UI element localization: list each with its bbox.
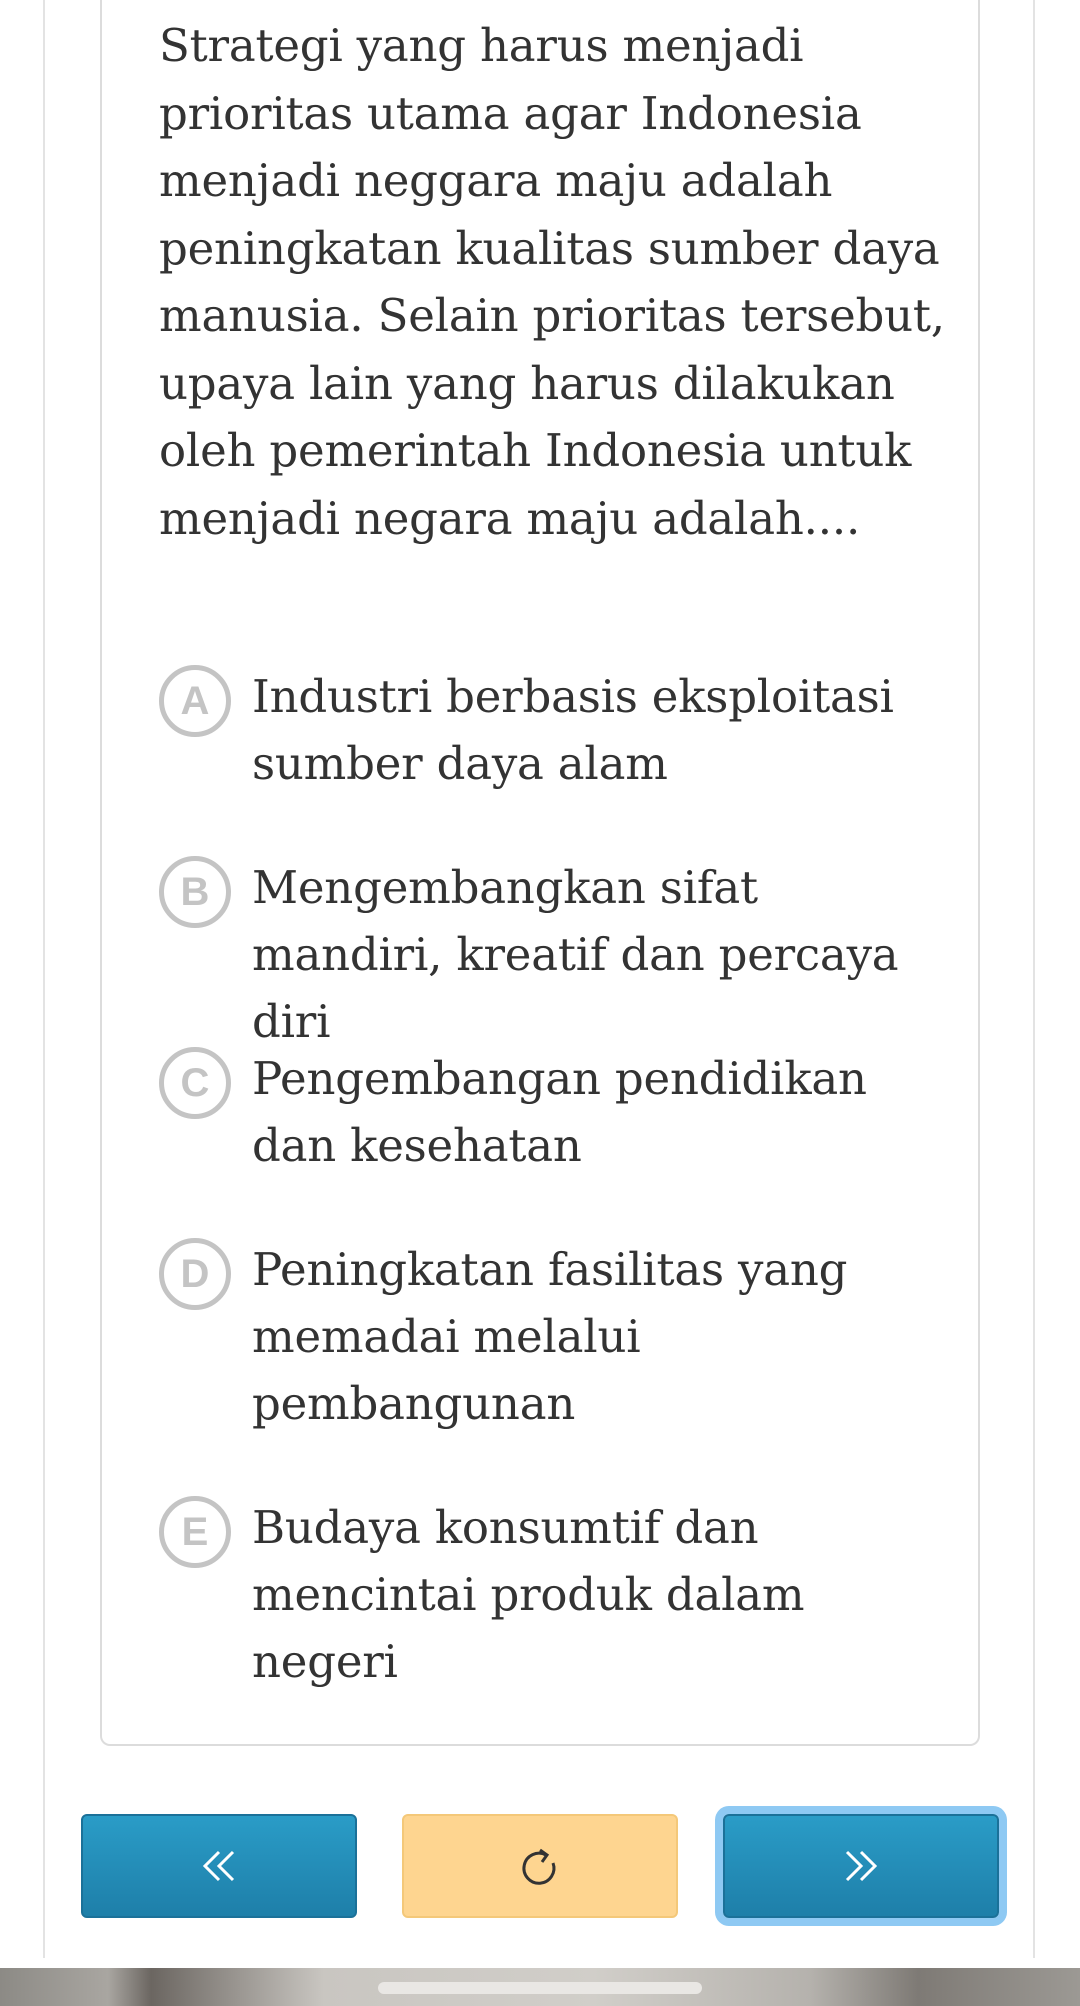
option-a[interactable]: A Industri berbasis eksploitasi sumber d… (159, 663, 959, 797)
question-text: Strategi yang harus menjadi prioritas ut… (159, 19, 945, 545)
option-letter-badge: E (159, 1496, 231, 1568)
option-letter-badge: B (159, 856, 231, 928)
double-chevron-right-icon (845, 1850, 878, 1882)
option-text: Peningkatan fasilitas yang memadai melal… (252, 1243, 848, 1430)
option-text: Mengembangkan sifat mandiri, kreatif dan… (252, 861, 899, 1048)
refresh-icon (522, 1848, 556, 1885)
option-text: Industri berbasis eksploitasi sumber day… (252, 670, 894, 790)
option-e[interactable]: E Budaya konsumtif dan mencintai produk … (159, 1494, 959, 1695)
option-letter-badge: C (159, 1047, 231, 1119)
double-chevron-left-icon (202, 1850, 235, 1882)
reset-button[interactable] (402, 1814, 678, 1918)
option-letter-badge: A (159, 665, 231, 737)
previous-button[interactable] (81, 1814, 357, 1918)
option-letter-badge: D (159, 1238, 231, 1310)
home-indicator[interactable] (378, 1982, 702, 1994)
next-button[interactable] (723, 1814, 999, 1918)
option-c[interactable]: C Pengembangan pendidikan dan kesehatan (159, 1045, 959, 1179)
option-b[interactable]: B Mengembangkan sifat mandiri, kreatif d… (159, 854, 959, 1055)
option-d[interactable]: D Peningkatan fasilitas yang memadai mel… (159, 1236, 959, 1437)
option-text: Budaya konsumtif dan mencintai produk da… (252, 1501, 805, 1688)
option-text: Pengembangan pendidikan dan kesehatan (252, 1052, 867, 1172)
